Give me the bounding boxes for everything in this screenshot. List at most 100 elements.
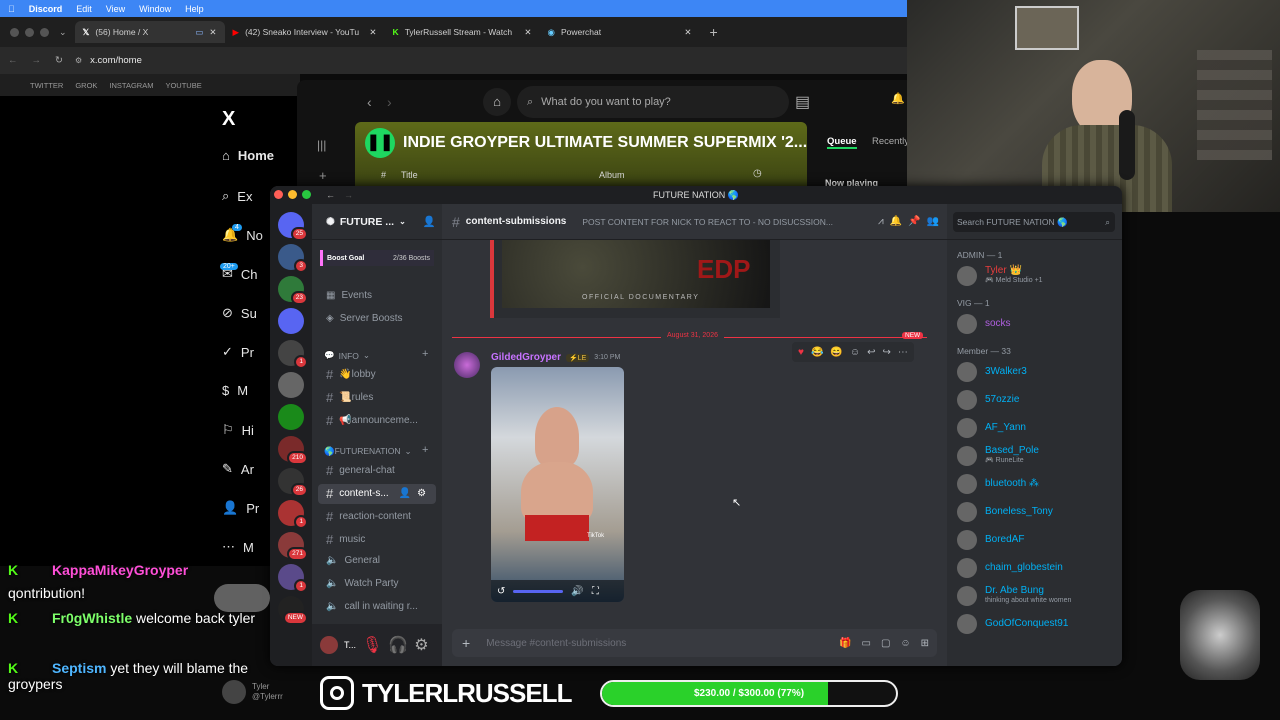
video-attachment[interactable]: TikTok ↺ 🔊 ⛶ [491,367,624,602]
apps-icon[interactable]: ⊞ [921,638,929,649]
menu-app-name[interactable]: Discord [29,4,63,14]
x-nav-money[interactable]: $ M [222,383,248,398]
tab-recently[interactable]: Recently [872,136,909,147]
emoji-icon[interactable]: ☺ [900,638,910,649]
x-nav-notifications[interactable]: 🔔 No [222,227,263,243]
reply-icon[interactable]: ↩ [867,347,875,358]
channel-general-chat[interactable]: # general-chat [326,463,395,478]
heart-icon[interactable]: ♥ [798,347,804,358]
tab-powerchat[interactable]: ◉ Powerchat ✕ [540,21,700,43]
server-icon[interactable]: 23 [278,276,308,305]
server-icon[interactable]: 3 [278,244,308,273]
gift-icon[interactable]: 🎁 [839,638,851,649]
server-icon[interactable] [278,308,304,334]
forward-icon[interactable]: › [387,94,392,110]
tab-youtube[interactable]: ▶ (42) Sneako Interview - YouTu ✕ [225,21,385,43]
invite-icon[interactable]: 👤 [423,215,436,228]
mic-muted-icon[interactable]: 🎙 [362,635,382,655]
voice-general[interactable]: 🔈 General [326,555,380,566]
x-nav-articles[interactable]: ✎ Ar [222,461,254,477]
member-item[interactable]: socks [957,314,1011,334]
menu-window[interactable]: Window [139,4,171,14]
apple-icon[interactable]:  [8,4,15,14]
category-futurenation[interactable]: 🌎FUTURENATION ⌄ [324,446,412,457]
max-dot[interactable] [40,27,49,37]
close-icon[interactable]: ✕ [369,27,376,38]
member-item[interactable]: bluetooth ⁂ [957,474,1039,494]
message-author[interactable]: GildedGroyper [491,352,561,363]
member-item[interactable]: Tyler 👑 🎮 Meld Studio +1 [957,266,1043,286]
members-icon[interactable]: 👥 [927,216,939,227]
forward-icon[interactable]: → [32,55,42,66]
tab-x-home[interactable]: 𝕏 (56) Home / X ▭ ✕ [74,21,225,43]
x-nav-home[interactable]: ⌂ Home [222,148,274,163]
boost-goal[interactable]: Boost Goal 2/36 Boosts [320,250,434,266]
add-reaction-icon[interactable]: ☺ [850,347,860,358]
server-icon[interactable] [278,372,304,398]
menu-events[interactable]: ▦ Events [326,290,372,301]
server-icon[interactable]: 1 [278,500,308,529]
sticker-icon[interactable]: ▢ [881,638,890,649]
member-item[interactable]: Dr. Abe Bung thinking about white women [957,586,1071,606]
message-input[interactable]: Message #content-submissions [486,638,626,649]
server-icon[interactable]: 25 [278,212,308,241]
chat-username[interactable]: Septism [52,660,106,676]
tab-list-icon[interactable]: ⌄ [59,27,67,38]
menu-help[interactable]: Help [185,4,204,14]
member-item[interactable]: Based_Pole 🎮 RuneLite [957,446,1039,466]
laugh-emoji-icon[interactable]: 😂 [811,347,823,358]
back-icon[interactable]: ← [8,55,18,66]
bookmark-grok[interactable]: GROK [75,81,97,90]
bookmark-instagram[interactable]: INSTAGRAM [109,81,153,90]
add-channel-icon[interactable]: + [422,348,428,360]
menu-edit[interactable]: Edit [76,4,92,14]
x-nav-explore[interactable]: ⌕ Ex [222,188,252,204]
search-input[interactable]: Search FUTURE NATION 🌎 [957,217,1068,228]
gear-icon[interactable]: ⚙ [414,635,428,655]
server-icon[interactable] [278,404,304,430]
threads-icon[interactable]: ⩘ [878,216,884,227]
member-item[interactable]: GodOfConquest91 [957,614,1068,634]
member-item[interactable]: Boneless_Tony [957,502,1053,522]
x-nav-grok[interactable]: ⊘ Su [222,305,257,321]
bell-icon[interactable]: 🔔 [891,92,905,105]
back-icon[interactable]: ← [326,186,335,204]
headset-muted-icon[interactable]: 🎧 [388,635,408,655]
spotify-search[interactable]: ⌕ What do you want to play? [517,86,789,118]
member-item[interactable]: BoredAF [957,530,1024,550]
reload-icon[interactable]: ↻ [55,55,63,66]
server-icon[interactable]: 1 [278,340,308,369]
chat-username[interactable]: KappaMikeyGroyper [52,562,188,578]
url-field[interactable]: x.com/home [90,55,142,66]
channel-announcements[interactable]: # 📢announceme... [326,413,418,428]
pin-icon[interactable]: 📌 [908,216,920,227]
bell-icon[interactable]: 🔔 [890,216,902,227]
home-icon[interactable]: ⌂ [483,88,511,116]
close-icon[interactable]: ✕ [209,27,216,38]
x-nav-profile[interactable]: 👤 Pr [222,500,259,516]
member-item[interactable]: chaim_globestein [957,558,1063,578]
channel-music[interactable]: # music [326,532,365,547]
chat-username[interactable]: Fr0gWhistle [52,610,132,626]
volume-icon[interactable]: 🔊 [571,586,583,597]
voice-call-waiting[interactable]: 🔈 call in waiting r... [326,601,418,612]
cast-icon[interactable]: ▭ [195,27,203,38]
search-input[interactable]: What do you want to play? [541,96,671,108]
bookmark-twitter[interactable]: TWITTER [30,81,63,90]
member-item[interactable]: AF_Yann [957,418,1026,438]
min-dot[interactable] [25,27,34,37]
more-icon[interactable]: ⋯ [898,347,908,358]
close-dot[interactable] [274,190,283,199]
bookmark-youtube[interactable]: YOUTUBE [165,81,201,90]
close-dot[interactable] [10,27,19,37]
x-logo[interactable]: X [222,108,235,131]
tab-kick[interactable]: K TylerRussell Stream - Watch ✕ [385,21,540,43]
member-item[interactable]: 57ozzie [957,390,1019,410]
voice-watch-party[interactable]: 🔈 Watch Party [326,578,399,589]
fullscreen-icon[interactable]: ⛶ [592,586,599,597]
channel-lobby[interactable]: # 👋lobby [326,367,376,382]
min-dot[interactable] [288,190,297,199]
add-member-icon[interactable]: 👤 [399,488,411,499]
library-icon[interactable]: ||| [317,138,326,152]
embed-image[interactable]: EDP OFFICIAL DOCUMENTARY [502,240,770,308]
